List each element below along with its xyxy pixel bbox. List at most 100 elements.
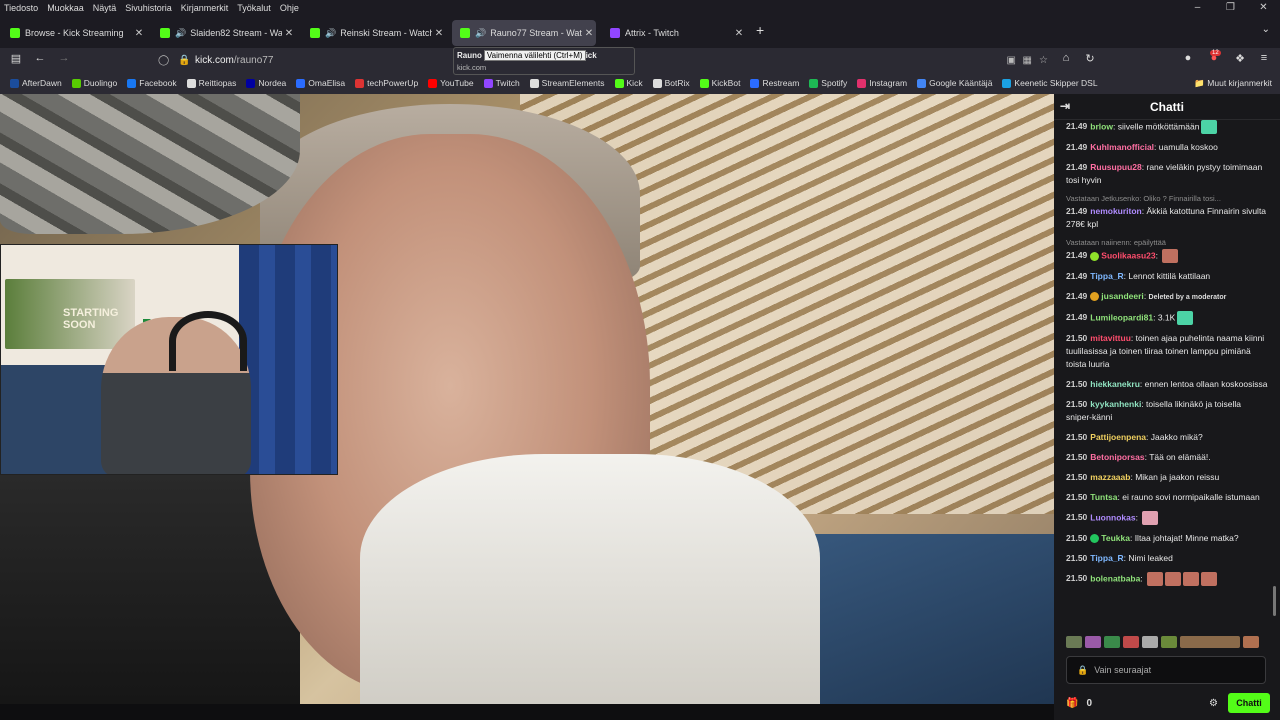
- forward-icon[interactable]: →: [56, 52, 72, 64]
- browser-tab[interactable]: 🔊 Rauno77 Stream - Watch ✕: [452, 20, 596, 46]
- browser-tab[interactable]: 🔊 Slaiden82 Stream - Watch Live✕: [152, 20, 296, 46]
- bookmark-item[interactable]: OmaElisa: [296, 78, 345, 88]
- chat-username[interactable]: Kuhlmanofficial: [1090, 142, 1154, 152]
- bookmark-star-icon[interactable]: ☆: [1039, 55, 1048, 66]
- url-text[interactable]: kick.com/rauno77: [195, 55, 273, 66]
- bookmark-item[interactable]: BotRix: [652, 78, 690, 88]
- menu-item[interactable]: Muokkaa: [47, 3, 84, 13]
- close-tab-icon[interactable]: ✕: [582, 28, 596, 39]
- extension-icon[interactable]: ●: [1180, 52, 1196, 64]
- bookmark-item[interactable]: Google Kääntäjä: [917, 78, 992, 88]
- send-chat-button[interactable]: Chatti: [1228, 693, 1270, 713]
- home-icon[interactable]: ⌂: [1058, 52, 1074, 64]
- gift-icon[interactable]: 🎁: [1066, 698, 1078, 709]
- reader-icon[interactable]: ▦: [1023, 55, 1032, 66]
- list-all-tabs-icon[interactable]: ⌄: [1262, 24, 1270, 35]
- chat-username[interactable]: Luonnokas: [1090, 512, 1135, 522]
- emote-icon[interactable]: [1243, 636, 1259, 648]
- bookmark-item[interactable]: KickBot: [699, 78, 740, 88]
- menu-item[interactable]: Ohje: [280, 3, 299, 13]
- gear-icon[interactable]: ⚙: [1209, 698, 1218, 709]
- reply-context[interactable]: Vastataan naiinenn: epäilyttää: [1066, 238, 1268, 248]
- video-player[interactable]: STARTING SOON: [0, 94, 1054, 704]
- emote-icon[interactable]: [1066, 636, 1082, 648]
- bookmark-item[interactable]: YouTube: [428, 78, 474, 88]
- close-tab-icon[interactable]: ✕: [282, 28, 296, 39]
- emote-icon[interactable]: [1104, 636, 1120, 648]
- chat-username[interactable]: kyykanhenki: [1090, 399, 1141, 409]
- menu-item[interactable]: Sivuhistoria: [125, 3, 172, 13]
- sidebar-toggle-icon[interactable]: ▤: [8, 52, 24, 65]
- close-tab-icon[interactable]: ✕: [132, 28, 146, 39]
- chat-username[interactable]: Teukka: [1101, 533, 1130, 543]
- chat-username[interactable]: mitavittuu: [1090, 333, 1131, 343]
- chat-username[interactable]: Tippa_R: [1090, 553, 1123, 563]
- chat-username[interactable]: Suolikaasu23: [1101, 250, 1155, 260]
- app-menu-icon[interactable]: ≡: [1256, 52, 1272, 64]
- chat-username[interactable]: Tippa_R: [1090, 271, 1123, 281]
- bookmark-item[interactable]: Facebook: [127, 78, 177, 88]
- emote-bar[interactable]: [1066, 634, 1270, 650]
- restore-button[interactable]: ❐: [1214, 0, 1247, 16]
- shield-icon[interactable]: ◯: [158, 55, 169, 66]
- other-bookmarks[interactable]: 📁 Muut kirjanmerkit: [1194, 78, 1272, 89]
- chat-message: 21.49 Tippa_R: Lennot kittilä kattilaan: [1066, 270, 1268, 283]
- emote-icon[interactable]: [1123, 636, 1139, 648]
- bookmark-item[interactable]: Spotify: [809, 78, 847, 88]
- chat-username[interactable]: brlow: [1090, 121, 1113, 131]
- menu-item[interactable]: Tiedosto: [4, 3, 38, 13]
- new-tab-button[interactable]: +: [756, 22, 764, 38]
- bookmark-item[interactable]: Restream: [750, 78, 799, 88]
- chat-username[interactable]: bolenatbaba: [1090, 573, 1140, 583]
- bookmark-item[interactable]: Nordea: [246, 78, 286, 88]
- back-icon[interactable]: ←: [32, 52, 48, 64]
- menu-item[interactable]: Työkalut: [237, 3, 271, 13]
- emote-icon[interactable]: [1180, 636, 1240, 648]
- bookmark-item[interactable]: Keenetic Skipper DSL: [1002, 78, 1098, 88]
- minimize-button[interactable]: –: [1181, 0, 1214, 16]
- close-tab-icon[interactable]: ✕: [432, 28, 446, 39]
- emote-icon[interactable]: [1085, 636, 1101, 648]
- menu-item[interactable]: Näytä: [93, 3, 117, 13]
- bookmark-item[interactable]: techPowerUp: [355, 78, 418, 88]
- extensions-puzzle-icon[interactable]: ❖: [1232, 52, 1248, 65]
- close-tab-icon[interactable]: ✕: [732, 28, 746, 39]
- chat-username[interactable]: jusandeeri: [1101, 291, 1144, 301]
- chat-username[interactable]: Pattijoenpena: [1090, 432, 1146, 442]
- browser-tab[interactable]: Attrix - Twitch ✕: [602, 20, 746, 46]
- speaker-icon[interactable]: 🔊: [175, 28, 186, 39]
- bookmark-item[interactable]: Kick: [614, 78, 643, 88]
- collapse-chat-icon[interactable]: ⇥: [1060, 99, 1070, 113]
- bookmark-item[interactable]: Instagram: [857, 78, 907, 88]
- chat-username[interactable]: mazzaaab: [1090, 472, 1130, 482]
- chat-input[interactable]: 🔒 Vain seuraajat: [1066, 656, 1266, 684]
- speaker-icon[interactable]: 🔊: [325, 28, 336, 39]
- chat-username[interactable]: Lumileopardi81: [1090, 312, 1153, 322]
- emote-icon[interactable]: [1161, 636, 1177, 648]
- lock-icon[interactable]: 🔒: [178, 55, 190, 66]
- bookmark-favicon-icon: [355, 78, 365, 88]
- browser-tab[interactable]: 🔊 Reinski Stream - Watch Live✕: [302, 20, 446, 46]
- bookmark-item[interactable]: Twitch: [483, 78, 520, 88]
- picture-in-picture-icon[interactable]: ▣: [1007, 55, 1016, 66]
- chat-username[interactable]: Ruusupuu28: [1090, 162, 1141, 172]
- message-time: 21.50: [1066, 432, 1088, 442]
- chat-message: 21.49 Lumileopardi81: 3.1K: [1066, 311, 1268, 325]
- chat-username[interactable]: nemokuriton: [1090, 206, 1141, 216]
- chat-username[interactable]: Betoniporsas: [1090, 452, 1144, 462]
- tab-title: Reinski Stream - Watch Live: [340, 28, 432, 38]
- bookmark-item[interactable]: StreamElements: [529, 78, 605, 88]
- chat-username[interactable]: hiekkanekru: [1090, 379, 1140, 389]
- chat-scrollbar[interactable]: [1273, 586, 1276, 616]
- speaker-icon[interactable]: 🔊: [475, 28, 486, 39]
- close-window-button[interactable]: ✕: [1247, 0, 1280, 16]
- emote-icon[interactable]: [1142, 636, 1158, 648]
- browser-tab[interactable]: Browse - Kick Streaming ✕: [2, 20, 146, 46]
- bookmark-item[interactable]: AfterDawn: [10, 78, 62, 88]
- bookmark-item[interactable]: Duolingo: [71, 78, 117, 88]
- reload-icon[interactable]: ↻: [1082, 52, 1098, 65]
- menu-item[interactable]: Kirjanmerkit: [181, 3, 229, 13]
- chat-username[interactable]: Tuntsa: [1090, 492, 1117, 502]
- bookmark-item[interactable]: Reittiopas: [186, 78, 236, 88]
- reply-context[interactable]: Vastataan Jetkusenko: Oliko ? Finnairill…: [1066, 194, 1268, 204]
